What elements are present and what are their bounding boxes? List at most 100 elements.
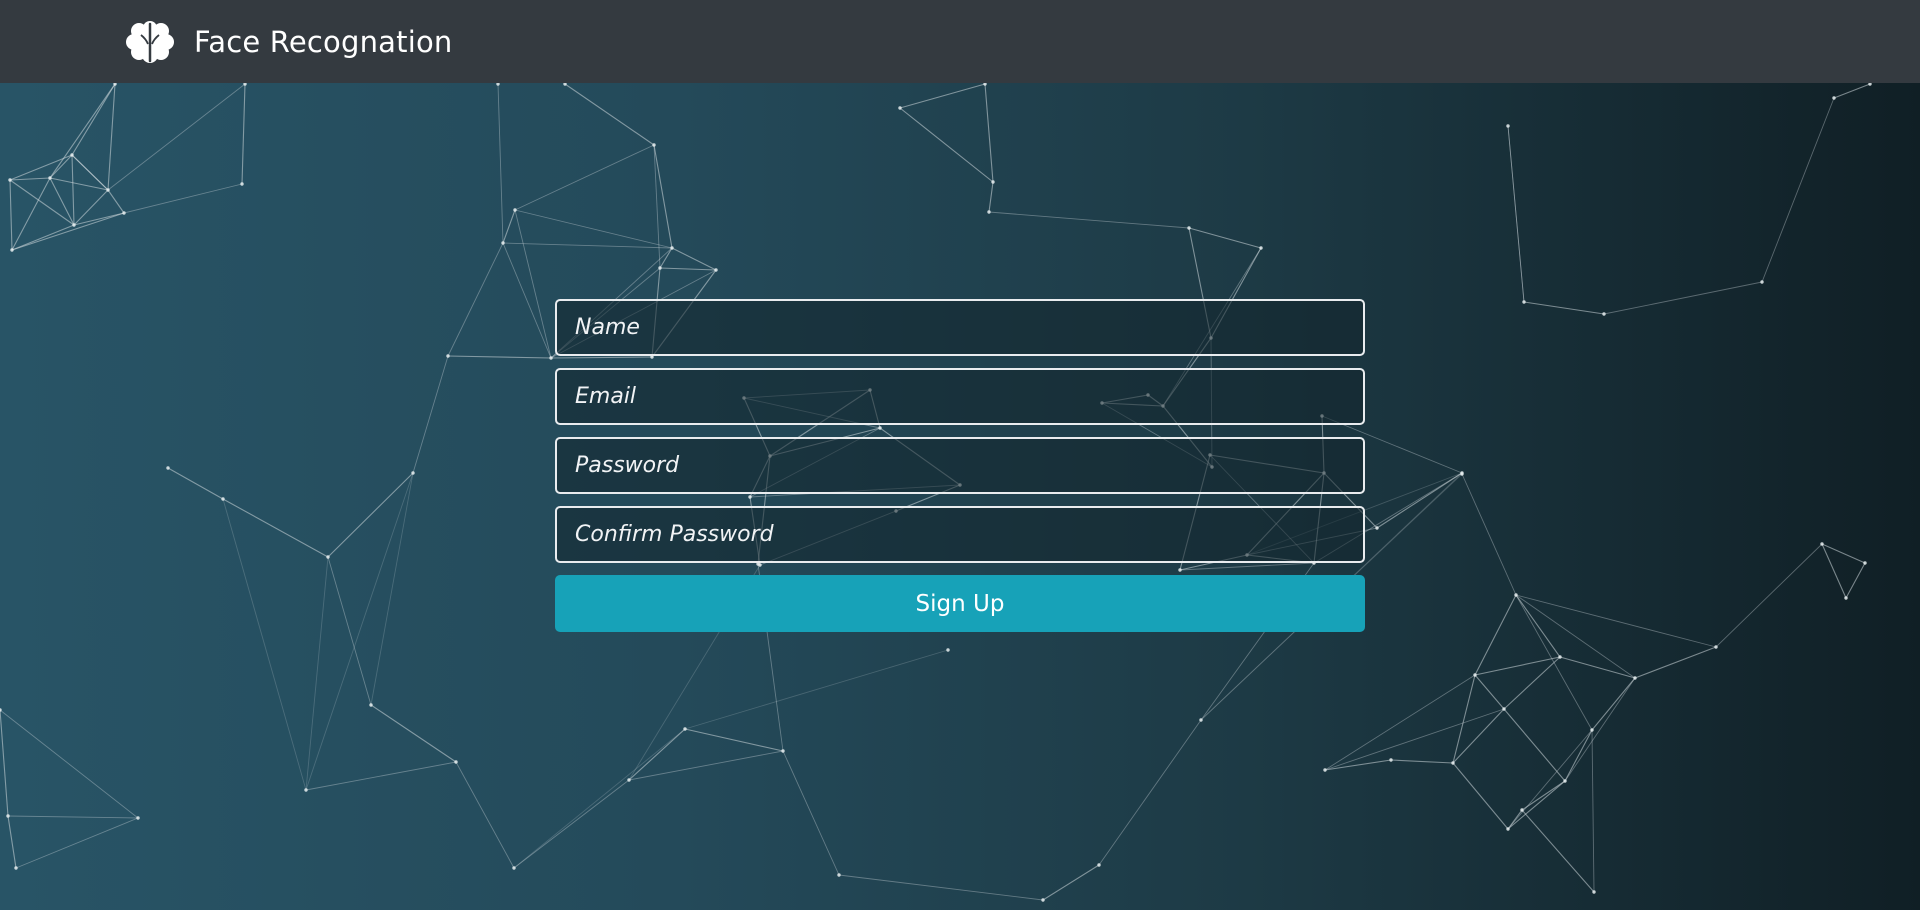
network-link [1188, 227, 1262, 249]
network-node [8, 178, 12, 182]
network-link [1761, 97, 1835, 283]
network-link [988, 211, 1190, 229]
network-link [502, 242, 673, 249]
email-input[interactable] [555, 368, 1365, 425]
network-link [49, 177, 109, 191]
network-link [1503, 656, 1561, 710]
top-navbar: Face Recognation [0, 0, 1920, 83]
network-link [412, 355, 449, 474]
network-node [512, 866, 516, 870]
sign-up-button[interactable]: Sign Up [555, 575, 1365, 632]
network-node [1451, 761, 1455, 765]
network-link [447, 242, 504, 357]
network-node [221, 497, 225, 501]
network-link [1715, 543, 1823, 648]
network-link [1324, 674, 1476, 771]
network-node [627, 778, 631, 782]
network-node [1602, 312, 1606, 316]
network-node [1375, 526, 1379, 530]
network-link [513, 779, 630, 869]
network-link [0, 709, 139, 819]
network-link [49, 177, 75, 226]
network-link [1634, 646, 1717, 679]
network-link [502, 209, 516, 244]
network-link [241, 83, 246, 185]
network-node [14, 866, 18, 870]
network-link [671, 247, 717, 271]
network-link [9, 179, 13, 251]
network-node [1863, 561, 1867, 565]
confirm-password-input[interactable] [555, 506, 1365, 563]
network-node [6, 814, 10, 818]
network-link [1474, 594, 1517, 676]
network-node [658, 266, 662, 270]
network-link [370, 704, 457, 763]
network-link [1591, 729, 1595, 893]
network-link [1559, 656, 1636, 679]
network-node [1820, 542, 1824, 546]
network-node [1558, 655, 1562, 659]
network-node [781, 749, 785, 753]
network-link [107, 189, 125, 214]
network-link [9, 179, 75, 226]
network-link [659, 247, 673, 269]
network-link [1521, 780, 1566, 811]
network-link [1515, 594, 1636, 679]
network-node [106, 188, 110, 192]
network-node [501, 241, 505, 245]
network-node [549, 356, 553, 360]
network-node [1714, 645, 1718, 649]
network-node [1097, 863, 1101, 867]
network-node [1522, 300, 1526, 304]
network-link [1390, 759, 1454, 764]
network-link [1452, 762, 1509, 830]
network-link [628, 728, 686, 781]
network-link [514, 209, 673, 249]
network-link [71, 154, 109, 191]
network-link [0, 709, 9, 817]
network-link [684, 649, 949, 730]
network-link [1461, 473, 1517, 596]
network-link [167, 467, 224, 500]
network-link [988, 181, 994, 213]
network-link [659, 267, 717, 271]
network-node [1473, 673, 1477, 677]
password-input[interactable] [555, 437, 1365, 494]
network-node [454, 760, 458, 764]
network-link [49, 154, 73, 179]
network-link [1564, 729, 1593, 782]
network-link [1521, 809, 1595, 893]
network-link [222, 498, 329, 558]
network-node [1832, 96, 1836, 100]
network-link [1603, 281, 1763, 315]
network-link [1324, 759, 1392, 771]
network-link [514, 144, 655, 211]
network-node [898, 106, 902, 110]
network-link [1821, 543, 1866, 564]
network-node [1323, 768, 1327, 772]
network-link [684, 728, 784, 752]
network-node [1506, 124, 1510, 128]
network-node [983, 83, 987, 86]
network-link [1821, 543, 1847, 599]
network-node [1506, 827, 1510, 831]
network-link [1523, 301, 1605, 315]
brand[interactable]: Face Recognation [126, 20, 452, 64]
network-node [1590, 728, 1594, 732]
network-link [899, 107, 994, 183]
network-node [369, 703, 373, 707]
network-node [1760, 280, 1764, 284]
network-link [1474, 674, 1505, 710]
network-node [683, 727, 687, 731]
network-link [1452, 674, 1476, 764]
name-input[interactable] [555, 299, 1365, 356]
network-node [48, 176, 52, 180]
network-node [326, 555, 330, 559]
network-node [1502, 707, 1506, 711]
network-link [782, 750, 840, 876]
network-node [446, 354, 450, 358]
network-node [1520, 808, 1524, 812]
network-node [670, 246, 674, 250]
brain-icon [126, 20, 174, 64]
network-node [304, 788, 308, 792]
